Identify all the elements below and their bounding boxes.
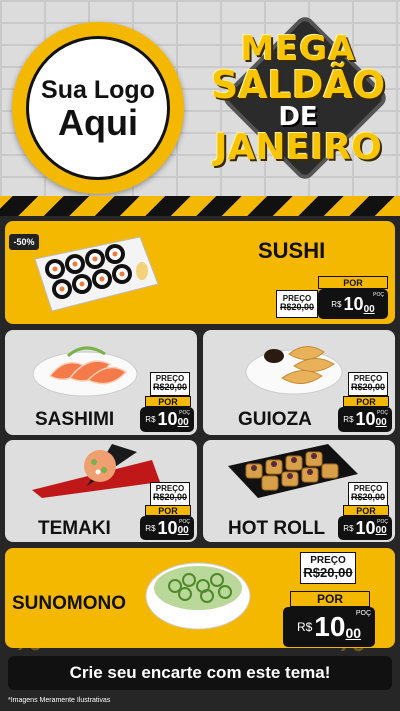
- por-label: POR: [290, 591, 370, 607]
- old-price-box: PREÇO R$20,00: [150, 372, 190, 396]
- promo-word-2: SALDÃO: [210, 63, 386, 107]
- old-price-box: PREÇO R$20,00: [348, 372, 388, 396]
- old-price-box: PREÇO R$20,00: [276, 290, 318, 318]
- price-cents: 00: [363, 304, 375, 315]
- price-integer: 10: [157, 517, 178, 538]
- old-price: R$20,00: [152, 492, 188, 503]
- hazard-stripe: [0, 196, 400, 216]
- price-box: R$ 10 00 POÇ: [338, 516, 392, 540]
- price-unit: POÇ: [355, 610, 371, 617]
- hot-roll-image: [228, 444, 358, 498]
- price-unit: POÇ: [179, 410, 190, 416]
- promo-title: MEGA SALDÃO DE JANEIRO: [205, 32, 391, 166]
- currency: R$: [331, 299, 342, 309]
- cta-banner[interactable]: Crie seu encarte com este tema!: [8, 656, 392, 690]
- por-label: POR: [318, 276, 388, 289]
- currency: R$: [145, 523, 156, 533]
- logo-text-line1: Sua Logo: [41, 75, 155, 104]
- footnote: *Imagens Meramente Ilustrativas: [8, 697, 111, 704]
- price-integer: 10: [314, 611, 346, 642]
- price-unit: POÇ: [377, 519, 388, 525]
- currency: R$: [343, 523, 354, 533]
- por-label: POR: [343, 396, 389, 407]
- old-price: R$20,00: [350, 382, 386, 393]
- price-integer: 10: [355, 517, 376, 538]
- product-name-temaki: TEMAKI: [38, 518, 111, 539]
- price-unit: POÇ: [377, 410, 388, 416]
- old-price: R$20,00: [152, 382, 188, 393]
- currency: R$: [343, 415, 354, 424]
- product-name-hot-roll: HOT ROLL: [228, 518, 326, 539]
- price-integer: 10: [355, 409, 376, 429]
- price-unit: POÇ: [373, 292, 384, 298]
- promo-word-1: MEGA: [240, 29, 356, 69]
- old-price: R$20,00: [303, 565, 353, 581]
- por-label: POR: [145, 505, 191, 516]
- price-cents: 00: [375, 417, 387, 428]
- promo-emblem: MEGA SALDÃO DE JANEIRO: [205, 13, 391, 198]
- temaki-image: [32, 442, 162, 500]
- old-price-box: PREÇO R$20,00: [300, 552, 356, 584]
- price-cents: 00: [177, 525, 189, 536]
- logo-placeholder[interactable]: Sua Logo Aqui: [12, 22, 184, 194]
- product-name-guioza: GUIOZA: [238, 409, 312, 430]
- logo-text-line2: Aqui: [58, 101, 138, 143]
- price-box: R$ 10 00 POÇ: [140, 516, 194, 540]
- sunomono-image: [145, 556, 251, 630]
- old-price: R$20,00: [279, 302, 315, 313]
- por-label: POR: [343, 505, 389, 516]
- product-name-sashimi: SASHIMI: [35, 409, 115, 430]
- sushi-image: [30, 229, 160, 317]
- old-price-box: PREÇO R$20,00: [150, 482, 190, 506]
- guioza-image: [244, 334, 344, 396]
- price-unit: POÇ: [179, 519, 190, 525]
- currency: R$: [296, 620, 313, 634]
- price-box: R$ 10 00 POÇ: [283, 607, 375, 647]
- price-cents: 00: [375, 525, 387, 536]
- currency: R$: [145, 415, 156, 424]
- por-label: POR: [145, 396, 191, 407]
- sashimi-image: [30, 336, 140, 398]
- price-box: R$ 10 00 POÇ: [140, 407, 194, 432]
- promo-word-4: JANEIRO: [214, 127, 382, 168]
- product-name-sunomono: SUNOMONO: [12, 593, 126, 614]
- price-box: R$ 10 00 POÇ: [338, 407, 392, 432]
- price-integer: 10: [343, 293, 364, 314]
- price-integer: 10: [157, 409, 178, 429]
- old-price-box: PREÇO R$20,00: [348, 482, 388, 506]
- logo-inner: Sua Logo Aqui: [26, 36, 170, 180]
- price-box: R$ 10 00 POÇ: [318, 289, 388, 319]
- price-cents: 00: [177, 417, 189, 428]
- old-price: R$20,00: [350, 492, 386, 503]
- header: Sua Logo Aqui MEGA SALDÃO DE JANEIRO: [0, 0, 400, 200]
- price-cents: 00: [345, 625, 362, 641]
- discount-badge: -50%: [9, 234, 39, 250]
- product-name-sushi: SUSHI: [258, 238, 326, 263]
